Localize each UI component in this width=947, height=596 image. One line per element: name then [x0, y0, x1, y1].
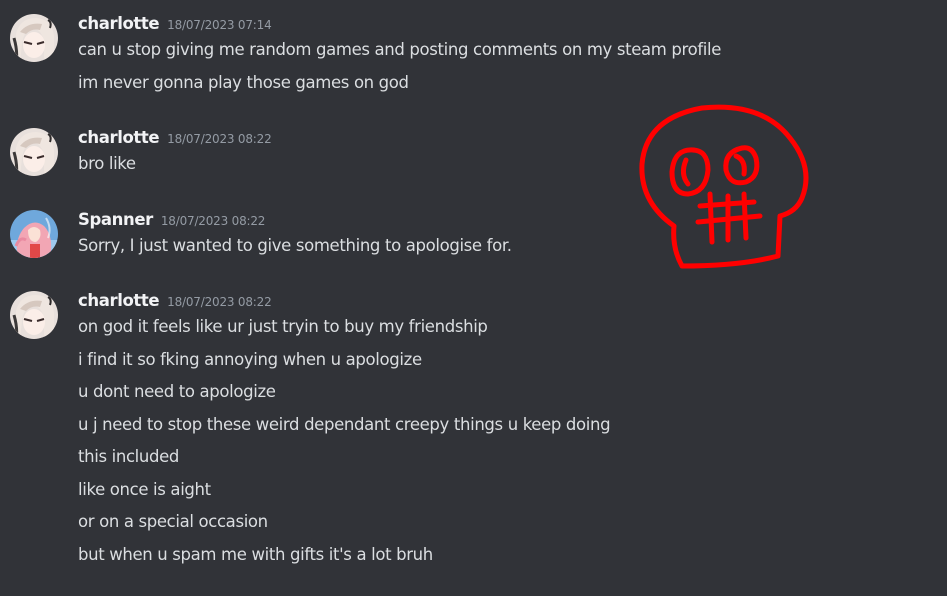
message-line: on god it feels like ur just tryin to bu…	[78, 317, 488, 336]
message-line: this included	[78, 447, 180, 466]
message-line: can u stop giving me random games and po…	[78, 40, 722, 59]
timestamp: 18/07/2023 08:22	[167, 295, 272, 309]
charlotte-avatar-icon	[10, 14, 58, 62]
message-header: charlotte 18/07/2023 07:14	[78, 14, 272, 36]
charlotte-avatar-icon	[10, 128, 58, 176]
timestamp: 18/07/2023 07:14	[167, 18, 272, 32]
spanner-avatar-icon	[10, 210, 58, 258]
avatar[interactable]	[10, 291, 58, 339]
message-header: charlotte 18/07/2023 08:22	[78, 128, 272, 150]
message-content: can u stop giving me random games and po…	[78, 40, 721, 105]
timestamp: 18/07/2023 08:22	[167, 132, 272, 146]
message-content: on god it feels like ur just tryin to bu…	[78, 317, 611, 577]
timestamp: 18/07/2023 08:22	[160, 214, 266, 228]
username[interactable]: charlotte	[78, 14, 160, 33]
message-content: Sorry, I just wanted to give something t…	[78, 236, 512, 269]
message-line: u dont need to apologize	[78, 382, 276, 401]
message-line: u j need to stop these weird dependant c…	[78, 414, 611, 434]
avatar[interactable]	[10, 128, 58, 176]
charlotte-avatar-icon	[10, 291, 58, 339]
avatar[interactable]	[10, 210, 58, 258]
message-line: but when u spam me with gifts it's a lot…	[78, 544, 433, 564]
message-header: charlotte 18/07/2023 08:22	[78, 291, 272, 313]
username[interactable]: charlotte	[78, 291, 160, 310]
message-line: like once is aight	[78, 479, 211, 499]
avatar[interactable]	[10, 14, 58, 62]
username[interactable]: Spanner	[78, 210, 153, 229]
message-line: bro like	[78, 154, 136, 173]
message-header: Spanner 18/07/2023 08:22	[78, 210, 265, 232]
username[interactable]: charlotte	[78, 128, 160, 147]
message-line: or on a special occasion	[78, 512, 268, 531]
message-content: bro like	[78, 154, 136, 187]
message-line: i find it so fking annoying when u apolo…	[78, 349, 422, 369]
message-line: Sorry, I just wanted to give something t…	[78, 236, 512, 255]
message-line: im never gonna play those games on god	[78, 72, 409, 92]
skull-doodle-icon	[630, 98, 820, 282]
chat-messages: charlotte 18/07/2023 07:14 can u stop giv…	[0, 0, 947, 596]
